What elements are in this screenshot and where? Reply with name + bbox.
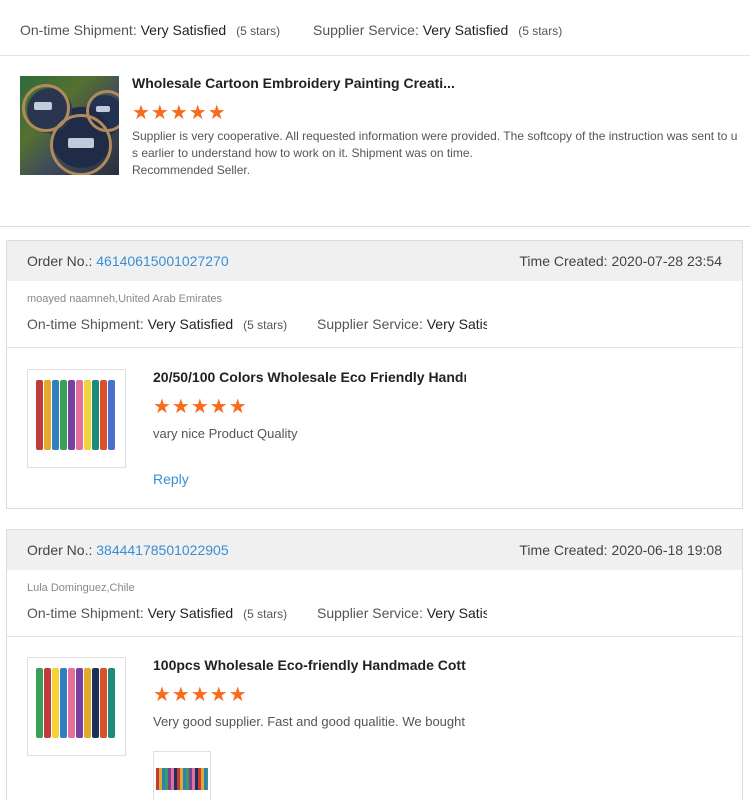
ratings-summary: On-time Shipment: Very Satisfied (5 star… [27,605,487,621]
review-text-recommend: Recommended Seller. [132,163,251,177]
review-card: Order No.: 38444178501022905 Time Create… [6,529,743,800]
divider [7,636,742,637]
service-value: Very Satisfied [426,605,487,621]
order-label: Order No.: [27,542,93,558]
order-number-link[interactable]: 38444178501022905 [96,542,228,558]
product-title[interactable]: Wholesale Cartoon Embroidery Painting Cr… [132,75,455,91]
ontime-label: On-time Shipment: [27,605,144,621]
service-stars-text: (5 stars) [518,24,563,38]
review-text: vary nice Product Quality [153,426,298,441]
product-title[interactable]: 20/50/100 Colors Wholesale Eco Friendly … [153,369,466,385]
review-text-body: Supplier is very cooperative. All reques… [132,129,738,160]
service-label: Supplier Service: [317,605,423,621]
review-photo[interactable] [153,751,211,800]
product-thumbnail[interactable] [20,76,119,175]
ontime-value: Very Satisfied [147,316,234,332]
ratings-summary: On-time Shipment: Very Satisfied (5 star… [27,316,487,332]
review-card: Order No.: 46140615001027270 Time Create… [6,240,743,509]
service-label: Supplier Service: [313,22,419,38]
buyer-info: Lula Dominguez,Chile [27,582,135,594]
review-header: Order No.: 46140615001027270 Time Create… [7,241,742,281]
ontime-value: Very Satisfied [140,22,227,38]
reply-link[interactable]: Reply [153,471,189,487]
ontime-label: On-time Shipment: [20,22,137,38]
review-text: Supplier is very cooperative. All reques… [132,128,740,179]
order-number: Order No.: 38444178501022905 [27,542,229,558]
service-label: Supplier Service: [317,316,423,332]
ontime-stars-text: (5 stars) [243,607,288,621]
star-rating: ★★★★★ [153,396,248,418]
ontime-stars-text: (5 stars) [236,24,281,38]
product-title[interactable]: 100pcs Wholesale Eco-friendly Handmade C… [153,657,466,673]
review-text: Very good supplier. Fast and good qualit… [153,714,465,729]
top-review-ratings: On-time Shipment: Very Satisfied (5 star… [20,22,562,38]
buyer-info: moayed naamneh,United Arab Emirates [27,293,223,305]
ontime-stars-text: (5 stars) [243,318,288,332]
product-thumbnail[interactable] [27,369,126,468]
service-value: Very Satisfied [422,22,509,38]
order-number-link[interactable]: 46140615001027270 [96,253,228,269]
product-thumbnail[interactable] [27,657,126,756]
divider [0,226,750,227]
service-value: Very Satisfied [426,316,487,332]
star-rating: ★★★★★ [153,684,248,706]
order-number: Order No.: 46140615001027270 [27,253,229,269]
ontime-value: Very Satisfied [147,605,234,621]
order-label: Order No.: [27,253,93,269]
star-rating: ★★★★★ [132,102,227,124]
divider [7,347,742,348]
ontime-label: On-time Shipment: [27,316,144,332]
review-header: Order No.: 38444178501022905 Time Create… [7,530,742,570]
divider [0,55,750,56]
time-created: Time Created: 2020-07-28 23:54 [519,253,722,269]
time-created: Time Created: 2020-06-18 19:08 [519,542,722,558]
